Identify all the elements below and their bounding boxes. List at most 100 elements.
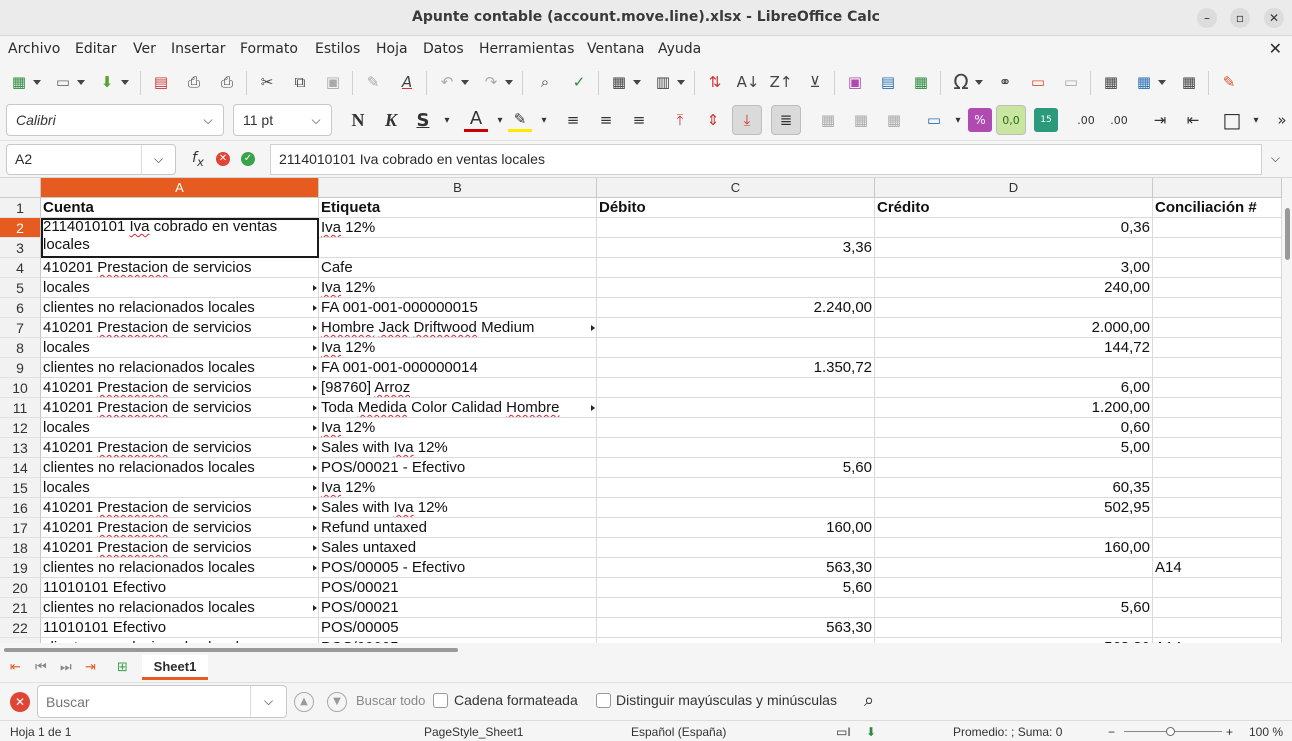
cut-icon[interactable]: ✂ — [256, 71, 278, 93]
cell-b18[interactable]: Sales untaxed — [319, 538, 597, 558]
merge-cells-icon[interactable]: ▦ — [816, 108, 840, 132]
increase-indent-icon[interactable]: ⇥ — [1148, 108, 1172, 132]
italic-icon[interactable]: K — [379, 108, 403, 132]
bold-icon[interactable]: N — [346, 108, 370, 132]
cell-b11[interactable]: Toda Medida Color Calidad Hombre — [319, 398, 597, 418]
redo-icon[interactable]: ↷ — [480, 71, 513, 93]
column-header-b[interactable]: B — [319, 178, 597, 198]
decrease-indent-icon[interactable]: ⇤ — [1181, 108, 1205, 132]
cell-a12[interactable]: locales — [41, 418, 319, 438]
chevron-down-icon[interactable]: ▾ — [1244, 108, 1268, 132]
sort-descending-icon[interactable]: Z↑ — [770, 71, 793, 93]
cell-d16[interactable]: 502,95 — [875, 498, 1153, 518]
cell-c7[interactable] — [597, 318, 875, 338]
cell-a22[interactable]: 11010101 Efectivo — [41, 618, 319, 638]
print-icon[interactable]: ⎙ — [183, 71, 205, 93]
cell-b21[interactable]: POS/00021 — [319, 598, 597, 618]
cell-b19[interactable]: POS/00005 - Efectivo — [319, 558, 597, 578]
cell-e11[interactable] — [1153, 398, 1282, 418]
row-icon[interactable]: ▦ — [608, 71, 641, 93]
column-header-e[interactable] — [1153, 178, 1282, 198]
menu-formato[interactable]: Formato — [240, 41, 298, 57]
cell-e4[interactable] — [1153, 258, 1282, 278]
cell-e7[interactable] — [1153, 318, 1282, 338]
select-all-corner[interactable] — [0, 178, 41, 198]
date-format-icon[interactable]: 15 — [1034, 108, 1058, 132]
cell-a11[interactable]: 410201 Prestacion de servicios — [41, 398, 319, 418]
cell-a1[interactable]: Cuenta — [41, 198, 319, 218]
delete-decimal-icon[interactable]: .00 — [1107, 108, 1131, 132]
cell-a5[interactable]: locales — [41, 278, 319, 298]
chevron-down-icon[interactable]: ▾ — [435, 108, 459, 132]
chevron-down-icon[interactable]: ▾ — [532, 108, 556, 132]
cell-a15[interactable]: locales — [41, 478, 319, 498]
cell-d19[interactable] — [875, 558, 1153, 578]
spelling-icon[interactable]: ✓ — [568, 71, 590, 93]
cell-e21[interactable] — [1153, 598, 1282, 618]
cell-e14[interactable] — [1153, 458, 1282, 478]
cell-c17[interactable]: 160,00 — [597, 518, 875, 538]
cell-b7[interactable]: Hombre Jack Driftwood Medium — [319, 318, 597, 338]
cell-e17[interactable] — [1153, 518, 1282, 538]
undo-icon[interactable]: ↶ — [436, 71, 469, 93]
cell-b22[interactable]: POS/00005 — [319, 618, 597, 638]
cell-c11[interactable] — [597, 398, 875, 418]
cell-c5[interactable] — [597, 278, 875, 298]
cell-a2[interactable]: 2114010101 Iva cobrado en ventas locales — [41, 218, 319, 258]
cell-c14[interactable]: 5,60 — [597, 458, 875, 478]
row-header[interactable]: 17 — [0, 518, 41, 538]
cell-c18[interactable] — [597, 538, 875, 558]
row-header[interactable]: 21 — [0, 598, 41, 618]
cell-a9[interactable]: clientes no relacionados locales — [41, 358, 319, 378]
cell-c13[interactable] — [597, 438, 875, 458]
cell-e13[interactable] — [1153, 438, 1282, 458]
pivot-table-icon[interactable]: ▦ — [910, 71, 932, 93]
row-header[interactable]: 12 — [0, 418, 41, 438]
menu-datos[interactable]: Datos — [423, 41, 464, 57]
cell-a19[interactable]: clientes no relacionados locales — [41, 558, 319, 578]
clone-format-icon[interactable]: ✎ — [362, 71, 384, 93]
align-bottom-icon[interactable]: ⤓ — [732, 105, 762, 135]
menu-editar[interactable]: Editar — [75, 41, 116, 57]
formula-input[interactable]: 2114010101 Iva cobrado en ventas locales — [270, 144, 1262, 175]
find-all-button[interactable]: Buscar todo — [356, 693, 425, 708]
align-right-icon[interactable]: ≡ — [627, 108, 651, 132]
cell-a10[interactable]: 410201 Prestacion de servicios — [41, 378, 319, 398]
menu-estilos[interactable]: Estilos — [315, 41, 360, 57]
formatted-checkbox[interactable] — [433, 693, 448, 708]
cell-b3[interactable] — [319, 238, 597, 258]
cell-b17[interactable]: Refund untaxed — [319, 518, 597, 538]
cell-a18[interactable]: 410201 Prestacion de servicios — [41, 538, 319, 558]
cell-d7[interactable]: 2.000,00 — [875, 318, 1153, 338]
align-middle-icon[interactable]: ⇕ — [701, 108, 725, 132]
insert-image-icon[interactable]: ▣ — [844, 71, 866, 93]
cell-e9[interactable] — [1153, 358, 1282, 378]
sheet-tab-sheet1[interactable]: Sheet1 — [142, 655, 208, 680]
first-sheet-icon[interactable]: ⇤ — [10, 660, 21, 675]
cell-d22[interactable] — [875, 618, 1153, 638]
menu-archivo[interactable]: Archivo — [8, 41, 60, 57]
cell-e12[interactable] — [1153, 418, 1282, 438]
cell-c4[interactable] — [597, 258, 875, 278]
percent-format-icon[interactable]: % — [968, 108, 992, 132]
cell-e5[interactable] — [1153, 278, 1282, 298]
cell-d13[interactable]: 5,00 — [875, 438, 1153, 458]
export-pdf-icon[interactable]: ▤ — [150, 71, 172, 93]
save-icon[interactable]: ⬇ — [96, 71, 129, 93]
cell-d10[interactable]: 6,00 — [875, 378, 1153, 398]
clear-format-icon[interactable]: A — [396, 71, 418, 93]
copy-icon[interactable]: ⧉ — [289, 71, 311, 93]
hyperlink-icon[interactable]: ⚭ — [994, 71, 1016, 93]
cell-b14[interactable]: POS/00021 - Efectivo — [319, 458, 597, 478]
row-header[interactable]: 22 — [0, 618, 41, 638]
minimize-button[interactable]: – — [1197, 8, 1217, 28]
cell-b1[interactable]: Etiqueta — [319, 198, 597, 218]
chevron-down-icon[interactable]: ⌵ — [250, 686, 286, 717]
row-header[interactable]: 10 — [0, 378, 41, 398]
number-format-icon[interactable]: 0,0 — [996, 105, 1026, 135]
spreadsheet-grid[interactable]: A B C D 1 Cuenta Etiqueta Débito Crédito Conc… — [0, 178, 1292, 643]
font-color-icon[interactable]: A — [464, 108, 488, 132]
next-sheet-icon[interactable]: ⏭ — [60, 660, 72, 675]
row-header[interactable]: 11 — [0, 398, 41, 418]
comment-icon[interactable]: ▭ — [1027, 71, 1049, 93]
